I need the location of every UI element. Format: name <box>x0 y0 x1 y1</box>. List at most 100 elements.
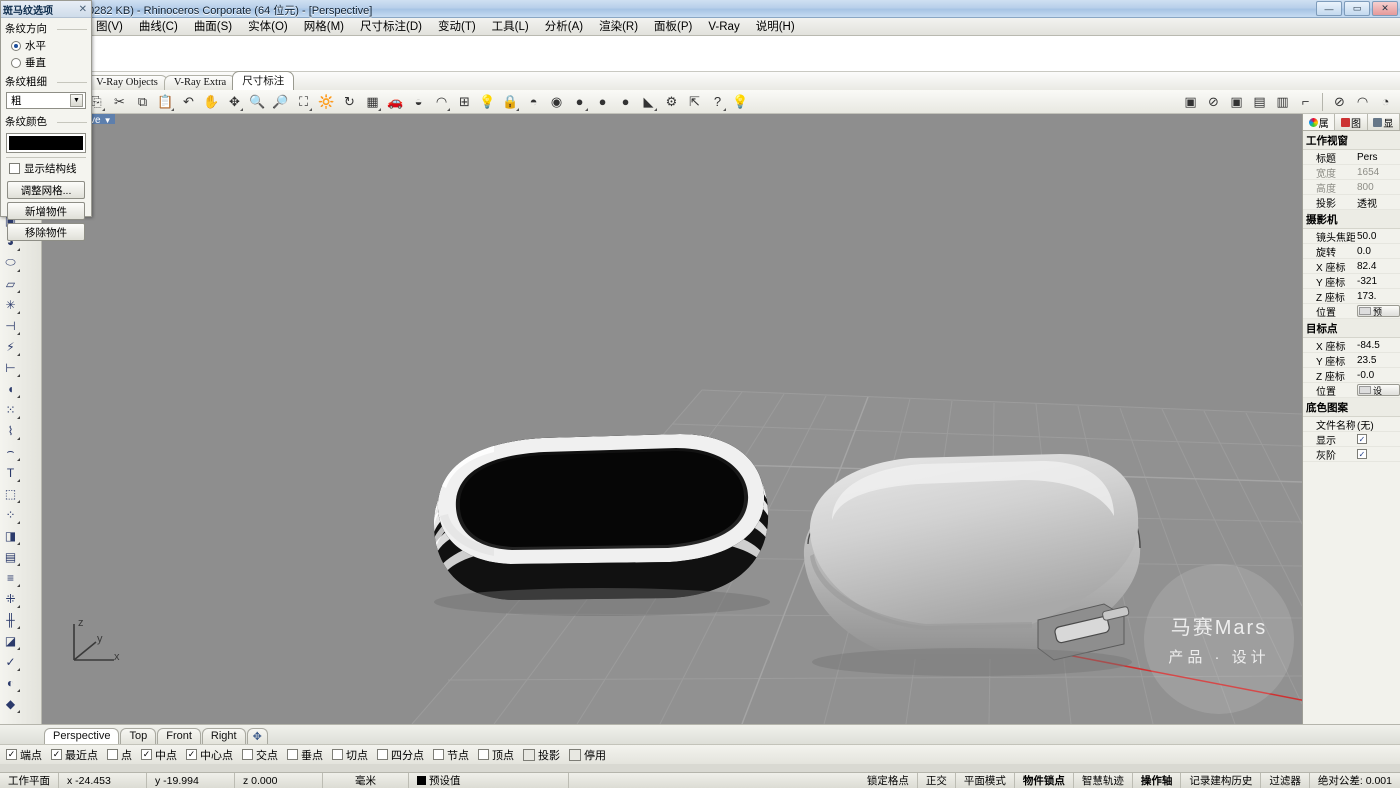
flyout-arrow-icon[interactable] <box>17 416 20 419</box>
thickness-select[interactable]: 粗 ▼ <box>6 92 86 109</box>
menu-item-10[interactable]: 面板(P) <box>646 18 700 36</box>
blue-sphere-icon[interactable]: ● <box>615 91 636 112</box>
menu-item-3[interactable]: 实体(O) <box>240 18 296 36</box>
panel-row-value[interactable]: 23.5 <box>1355 355 1400 366</box>
menu-item-7[interactable]: 工具(L) <box>484 18 537 36</box>
bulb-render-icon[interactable]: 💡 <box>730 91 751 112</box>
osnap-checkbox[interactable]: ✓ <box>51 749 62 760</box>
stripe-color-swatch[interactable] <box>6 133 86 153</box>
close-icon[interactable]: ✕ <box>79 4 89 15</box>
text-tool-icon[interactable]: T <box>0 462 21 483</box>
osnap-9[interactable]: 节点 <box>433 747 469 763</box>
menu-item-5[interactable]: 尺寸标注(D) <box>352 18 430 36</box>
menu-item-11[interactable]: V-Ray <box>700 18 747 36</box>
show-isocurves-checkbox[interactable]: 显示结构线 <box>1 158 91 178</box>
split-tool-icon[interactable]: ⚡ <box>0 336 21 357</box>
vray-teapot-icon[interactable]: ◠ <box>1352 91 1373 112</box>
zebra-icon[interactable]: ◓ <box>523 91 544 112</box>
panel-row-value[interactable]: 1654 <box>1355 167 1400 178</box>
status-toggle-5[interactable]: 操作轴 <box>1133 773 1182 788</box>
menu-item-4[interactable]: 网格(M) <box>296 18 352 36</box>
panel-row-button[interactable]: 预 <box>1357 305 1400 317</box>
osnap-12[interactable]: 停用 <box>569 747 606 763</box>
status-toggle-1[interactable]: 正交 <box>918 773 956 788</box>
chevron-down-icon[interactable]: ▼ <box>70 94 83 107</box>
vray-render-icon[interactable]: ◔ <box>1375 91 1396 112</box>
blend-tool-icon[interactable]: ⁙ <box>0 399 21 420</box>
perspective-viewport[interactable]: z y x 马赛Mars 产品 · 设计 <box>42 124 1302 724</box>
radio-vertical[interactable]: 垂直 <box>1 54 91 71</box>
check-tool-icon[interactable]: ✓ <box>0 651 21 672</box>
pan-icon[interactable]: ✋ <box>201 91 222 112</box>
flyout-arrow-icon[interactable] <box>240 108 243 111</box>
highlight-tool-icon[interactable]: ◆ <box>0 693 21 714</box>
flyout-arrow-icon[interactable] <box>309 108 312 111</box>
zoom-selected-icon[interactable]: 🔆 <box>316 91 337 112</box>
help-icon[interactable]: ? <box>707 91 728 112</box>
menu-item-9[interactable]: 渲染(R) <box>591 18 646 36</box>
flyout-arrow-icon[interactable] <box>17 311 20 314</box>
light-icon[interactable]: 💡 <box>477 91 498 112</box>
flyout-arrow-icon[interactable] <box>723 108 726 111</box>
flyout-arrow-icon[interactable] <box>17 437 20 440</box>
menu-item-6[interactable]: 变动(T) <box>430 18 484 36</box>
close-button[interactable]: ✕ <box>1372 1 1398 16</box>
osnap-checkbox[interactable] <box>569 749 581 761</box>
flyout-arrow-icon[interactable] <box>17 332 20 335</box>
osnap-checkbox[interactable] <box>287 749 298 760</box>
flyout-arrow-icon[interactable] <box>17 290 20 293</box>
render-mesh-icon[interactable]: ◪ <box>0 630 21 651</box>
vray-check-icon[interactable]: ⊘ <box>1329 91 1350 112</box>
explode-tool-icon[interactable]: ✳ <box>0 294 21 315</box>
layers-tab[interactable]: 图 <box>1335 114 1367 130</box>
osnap-checkbox[interactable]: ✓ <box>6 749 17 760</box>
flyout-arrow-icon[interactable] <box>17 353 20 356</box>
flyout-arrow-icon[interactable] <box>17 269 20 272</box>
viewport-tab-perspective[interactable]: Perspective <box>44 728 119 744</box>
flyout-arrow-icon[interactable] <box>17 668 20 671</box>
status-toggle-4[interactable]: 智慧轨迹 <box>1074 773 1133 788</box>
mirror-tool-icon[interactable]: ◨ <box>0 525 21 546</box>
zoom-extents-icon[interactable]: ⛶ <box>293 91 314 112</box>
light-array-icon[interactable]: ≡ <box>0 567 21 588</box>
flyout-arrow-icon[interactable] <box>17 710 20 713</box>
lock-icon[interactable]: 🔒 <box>500 91 521 112</box>
color-wheel-icon[interactable]: ◉ <box>546 91 567 112</box>
panel-row-value[interactable]: 透视 <box>1355 195 1400 210</box>
zebra-options-dialog[interactable]: 斑马纹选项 ✕ 条纹方向 水平 垂直 条纹粗细 粗 ▼ 条纹颜色 显示结构线 调… <box>0 0 92 217</box>
shade-sphere-icon[interactable]: ● <box>569 91 590 112</box>
remove-object-button[interactable]: 移除物件 <box>7 223 85 241</box>
status-units[interactable]: 毫米 <box>323 773 409 788</box>
display-tab[interactable]: 显 <box>1368 114 1400 130</box>
copy-icon[interactable]: ⧉ <box>132 91 153 112</box>
panel-row-value[interactable]: 50.0 <box>1355 231 1400 242</box>
flyout-arrow-icon[interactable] <box>17 500 20 503</box>
panel-row-value[interactable]: -0.0 <box>1355 370 1400 381</box>
draft-angle-icon[interactable]: ◣ <box>638 91 659 112</box>
flyout-arrow-icon[interactable] <box>17 605 20 608</box>
cylinder-tool-icon[interactable]: ⬭ <box>0 252 21 273</box>
toolbar-tab-1[interactable]: V-Ray Objects <box>86 75 168 90</box>
flyout-arrow-icon[interactable] <box>516 108 519 111</box>
flyout-arrow-icon[interactable] <box>17 542 20 545</box>
osnap-1[interactable]: ✓最近点 <box>51 747 98 763</box>
flyout-arrow-icon[interactable] <box>17 395 20 398</box>
render-car-icon[interactable]: 🚗 <box>385 91 406 112</box>
extrude-tool-icon[interactable]: ▤ <box>0 546 21 567</box>
control-point-icon[interactable]: ⬚ <box>0 483 21 504</box>
toolbar-tab-3[interactable]: 尺寸标注 <box>232 71 294 90</box>
viewport-tab-front[interactable]: Front <box>157 728 201 744</box>
panel-row-value[interactable]: -84.5 <box>1355 340 1400 351</box>
status-cplane[interactable]: 工作平面 <box>0 773 59 788</box>
panel-row-value[interactable]: 800 <box>1355 182 1400 193</box>
osnap-checkbox[interactable] <box>433 749 444 760</box>
point-edit-icon[interactable]: ⊞ <box>454 91 475 112</box>
menu-item-8[interactable]: 分析(A) <box>537 18 591 36</box>
osnap-checkbox[interactable] <box>377 749 388 760</box>
flyout-arrow-icon[interactable] <box>17 689 20 692</box>
fillet-tool-icon[interactable]: ◖ <box>0 378 21 399</box>
status-toggle-7[interactable]: 过滤器 <box>1261 773 1310 788</box>
osnap-checkbox[interactable] <box>478 749 489 760</box>
flyout-arrow-icon[interactable] <box>17 626 20 629</box>
boolean-tool-icon[interactable]: ⊣ <box>0 315 21 336</box>
